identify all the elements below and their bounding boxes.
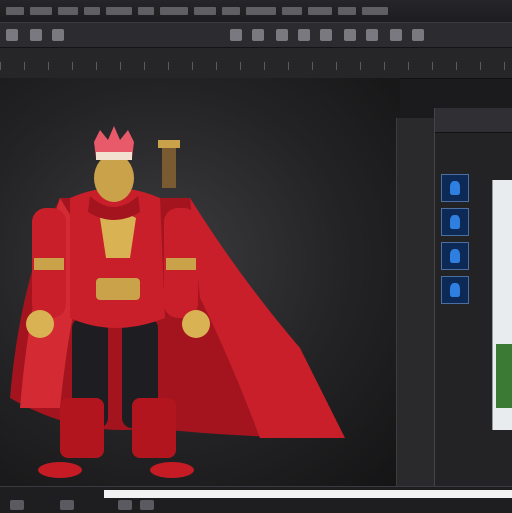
redo-icon[interactable] [252, 29, 264, 41]
render-icon[interactable] [412, 29, 424, 41]
stop-icon[interactable] [60, 500, 74, 510]
play-icon[interactable] [10, 500, 24, 510]
menu-item[interactable] [160, 7, 188, 15]
menu-item[interactable] [194, 7, 216, 15]
menu-item[interactable] [58, 7, 78, 15]
menu-item[interactable] [308, 7, 332, 15]
color-swatch[interactable] [496, 344, 512, 408]
save-icon[interactable] [52, 29, 64, 41]
menu-item[interactable] [246, 7, 276, 15]
rotate-icon[interactable] [320, 29, 332, 41]
menu-item[interactable] [106, 7, 132, 15]
scale-icon[interactable] [344, 29, 356, 41]
undo-icon[interactable] [230, 29, 242, 41]
grid-icon[interactable] [390, 29, 402, 41]
file-icon[interactable] [6, 29, 18, 41]
folder-icon[interactable] [30, 29, 42, 41]
material-thumbnail[interactable] [441, 276, 469, 304]
material-thumbnail[interactable] [441, 242, 469, 270]
camera-icon[interactable] [366, 29, 378, 41]
timeline-ruler[interactable] [0, 48, 512, 79]
menu-item[interactable] [84, 7, 100, 15]
material-thumbnail[interactable] [441, 174, 469, 202]
menu-item[interactable] [222, 7, 240, 15]
menu-item[interactable] [282, 7, 302, 15]
panel-header[interactable] [435, 108, 512, 133]
frame-back-icon[interactable] [118, 500, 132, 510]
menu-item[interactable] [30, 7, 52, 15]
menu-bar [0, 0, 512, 22]
select-icon[interactable] [276, 29, 288, 41]
character-model [10, 126, 345, 478]
frame-forward-icon[interactable] [140, 500, 154, 510]
move-icon[interactable] [298, 29, 310, 41]
material-thumbnail[interactable] [441, 208, 469, 236]
horizontal-scrollbar[interactable] [104, 490, 512, 498]
menu-item[interactable] [338, 7, 356, 15]
menu-item[interactable] [6, 7, 24, 15]
toolbar [0, 22, 512, 48]
3d-viewport[interactable] [0, 78, 400, 486]
menu-item[interactable] [138, 7, 154, 15]
menu-item[interactable] [362, 7, 388, 15]
